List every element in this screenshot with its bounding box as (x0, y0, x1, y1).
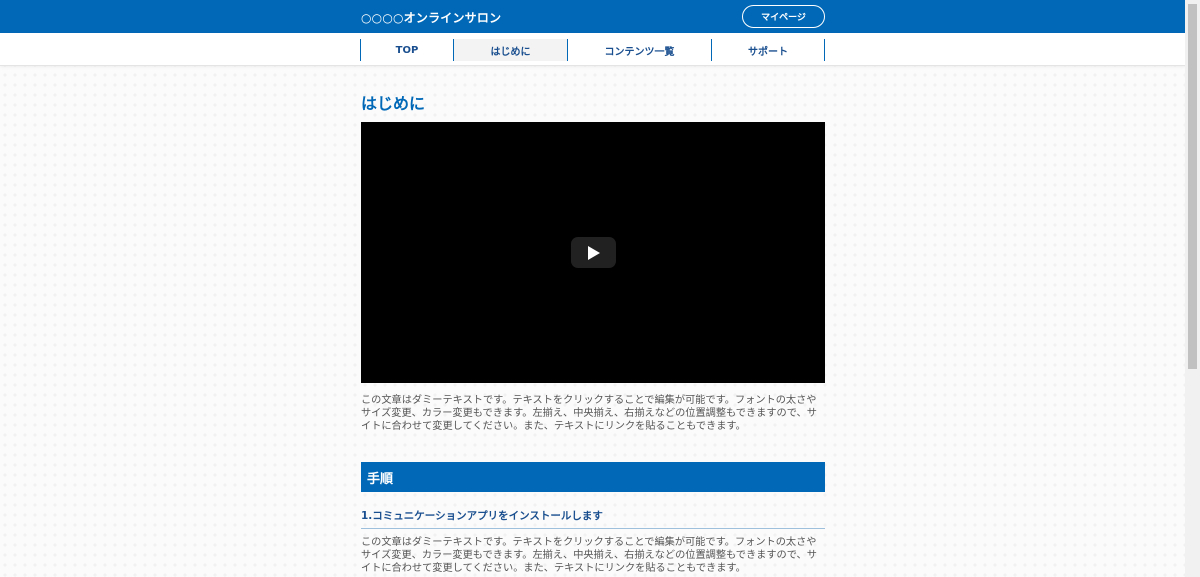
section-title: 手順 (367, 472, 394, 487)
step-text: この文章はダミーテキストです。テキストをクリックすることで編集が可能です。フォン… (361, 537, 817, 574)
step-title: 1.コミュニケーションアプリをインストールします (361, 510, 603, 522)
page-scrollbar[interactable] (1185, 0, 1200, 577)
nav-item-contents[interactable]: コンテンツ一覧 (568, 39, 712, 61)
mypage-button[interactable]: マイページ (742, 5, 825, 28)
nav-item-top[interactable]: TOP (361, 39, 454, 61)
play-icon (587, 245, 600, 260)
site-header: ○○○○オンラインサロン マイページ (0, 0, 1185, 33)
section-header: 手順 (361, 462, 825, 492)
global-nav: TOP はじめに コンテンツ一覧 サポート (0, 33, 1185, 66)
page-title: はじめに (361, 94, 426, 113)
nav-item-hajimeni[interactable]: はじめに (454, 39, 568, 61)
video-player[interactable] (361, 122, 825, 383)
step-divider (361, 528, 825, 529)
nav-list: TOP はじめに コンテンツ一覧 サポート (360, 39, 825, 61)
intro-text: この文章はダミーテキストです。テキストをクリックすることで編集が可能です。フォン… (361, 395, 817, 432)
scrollbar-thumb[interactable] (1188, 4, 1197, 369)
nav-item-support[interactable]: サポート (712, 39, 825, 61)
play-button[interactable] (571, 237, 616, 268)
site-title[interactable]: ○○○○オンラインサロン (361, 9, 501, 26)
